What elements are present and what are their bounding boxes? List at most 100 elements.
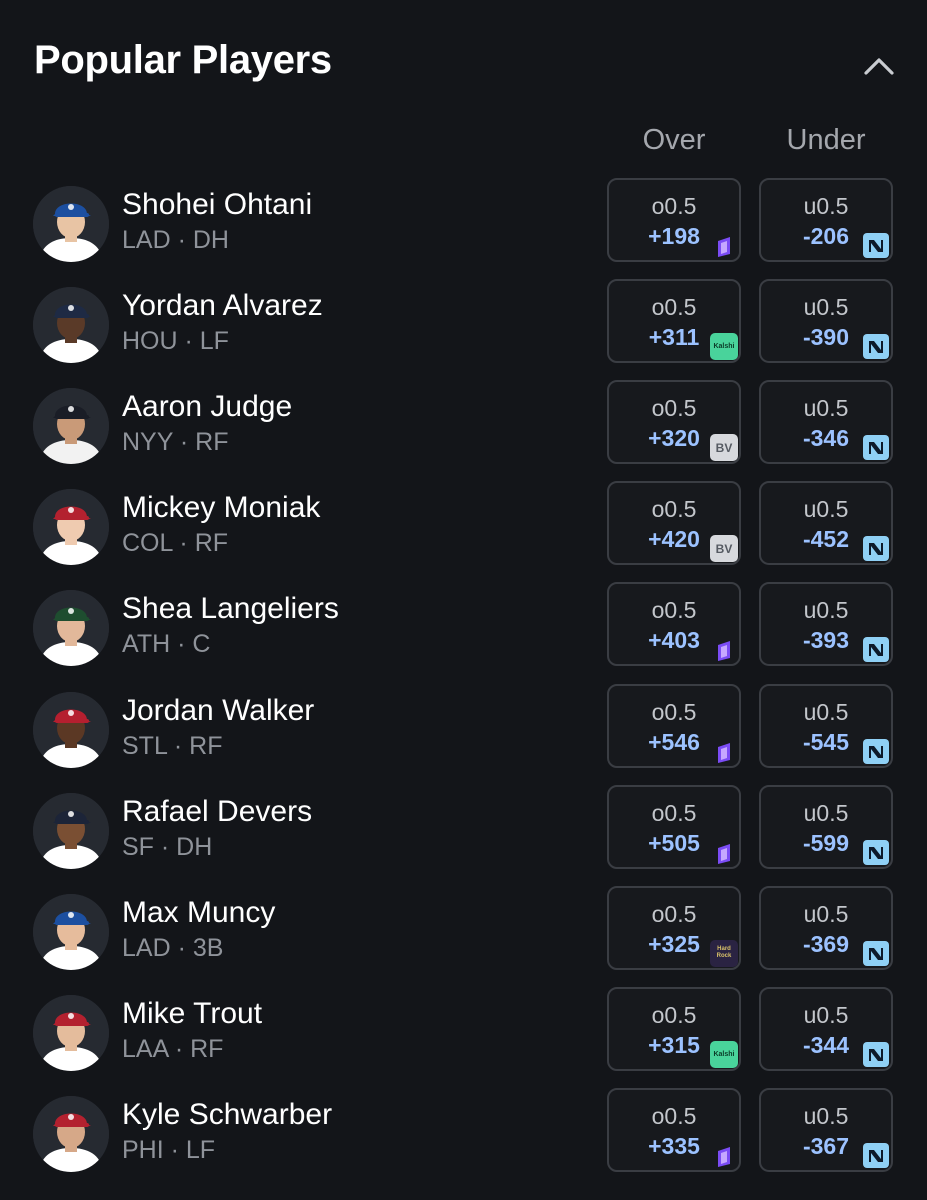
over-line: o0.5 — [651, 193, 697, 219]
player-row[interactable]: Mike Trout LAA · RF o0.5 +315 Kalshi u0.5 -344 — [0, 986, 927, 1092]
player-row[interactable]: Jordan Walker STL · RF o0.5 +546 u0.5 -545 — [0, 683, 927, 789]
player-avatar — [33, 489, 109, 566]
player-row[interactable]: Shohei Ohtani LAD · DH o0.5 +198 u0.5 -206 — [0, 178, 927, 283]
chevron-up-icon — [864, 58, 894, 75]
player-avatar — [33, 792, 109, 869]
under-line: u0.5 — [803, 1102, 849, 1129]
player-avatar — [33, 1095, 109, 1172]
under-odds-button[interactable]: u0.5 -545 — [759, 683, 893, 768]
under-line: u0.5 — [803, 395, 849, 422]
bv-logo-icon: BV — [710, 535, 738, 563]
player-row[interactable]: Rafael Devers SF · DH o0.5 +505 u0.5 -599 — [0, 784, 927, 890]
player-team-position: HOU · LF — [122, 327, 229, 356]
over-line: o0.5 — [651, 698, 697, 725]
over-line: o0.5 — [651, 799, 697, 826]
polymarket-logo-icon — [710, 1142, 738, 1169]
collapse-button[interactable] — [856, 44, 902, 88]
under-line: u0.5 — [803, 294, 849, 321]
under-line: u0.5 — [803, 597, 849, 624]
over-odds-button[interactable]: o0.5 +198 — [607, 178, 741, 262]
player-avatar — [33, 994, 109, 1071]
player-avatar — [33, 893, 109, 970]
over-odds-button[interactable]: o0.5 +325 Hard Rock — [607, 885, 741, 970]
over-odds-button[interactable]: o0.5 +403 — [607, 582, 741, 667]
novig-logo-icon — [862, 1142, 890, 1169]
polymarket-logo-icon — [710, 738, 738, 765]
player-team-position: ATH · C — [122, 630, 211, 659]
over-odds-button[interactable]: o0.5 +420 BV — [607, 481, 741, 566]
over-line: o0.5 — [651, 496, 697, 523]
under-odds-button[interactable]: u0.5 -346 — [759, 380, 893, 465]
novig-logo-icon — [862, 434, 890, 461]
player-avatar — [33, 691, 109, 768]
over-odds-button[interactable]: o0.5 +546 — [607, 683, 741, 768]
under-line: u0.5 — [803, 496, 849, 523]
over-odds-button[interactable]: o0.5 +335 — [607, 1087, 741, 1172]
over-line: o0.5 — [651, 1102, 697, 1129]
player-name[interactable]: Yordan Alvarez — [122, 289, 323, 323]
player-name[interactable]: Mike Trout — [122, 997, 262, 1031]
player-team-position: STL · RF — [122, 731, 223, 760]
player-row[interactable]: Max Muncy LAD · 3B o0.5 +325 Hard Rock u0.5 -3… — [0, 885, 927, 991]
under-line: u0.5 — [803, 900, 849, 927]
player-team-position: LAD · 3B — [122, 933, 224, 962]
under-line: u0.5 — [803, 698, 849, 725]
polymarket-logo-icon — [710, 636, 738, 663]
player-name[interactable]: Mickey Moniak — [122, 491, 320, 525]
player-row[interactable]: Aaron Judge NYY · RF o0.5 +320 BV u0.5 -346 — [0, 380, 927, 485]
player-team-position: LAD · DH — [122, 226, 229, 254]
bv-logo-icon: BV — [710, 434, 738, 462]
player-team-position: NYY · RF — [122, 428, 229, 457]
player-name[interactable]: Shohei Ohtani — [122, 188, 312, 222]
over-line: o0.5 — [651, 294, 697, 321]
section-title: Popular Players — [34, 38, 332, 82]
under-odds-button[interactable]: u0.5 -599 — [759, 784, 893, 869]
novig-logo-icon — [862, 839, 890, 866]
under-odds-button[interactable]: u0.5 -369 — [759, 885, 893, 970]
under-odds-button[interactable]: u0.5 -390 — [759, 279, 893, 364]
player-name[interactable]: Jordan Walker — [122, 694, 314, 728]
novig-logo-icon — [862, 232, 890, 259]
player-name[interactable]: Kyle Schwarber — [122, 1098, 332, 1132]
player-row[interactable]: Shea Langeliers ATH · C o0.5 +403 u0.5 -393 — [0, 582, 927, 687]
player-row[interactable]: Mickey Moniak COL · RF o0.5 +420 BV u0.5 -452 — [0, 481, 927, 586]
novig-logo-icon — [862, 636, 890, 663]
player-name[interactable]: Shea Langeliers — [122, 592, 339, 626]
under-odds-button[interactable]: u0.5 -393 — [759, 582, 893, 667]
player-avatar — [33, 388, 109, 465]
novig-logo-icon — [862, 535, 890, 562]
under-odds-button[interactable]: u0.5 -367 — [759, 1087, 893, 1172]
under-odds-button[interactable]: u0.5 -344 — [759, 986, 893, 1071]
section-header: Popular Players — [0, 0, 927, 120]
under-line: u0.5 — [803, 799, 849, 826]
player-avatar — [33, 590, 109, 667]
column-header-over: Over — [642, 124, 706, 156]
player-name[interactable]: Rafael Devers — [122, 795, 312, 829]
kalshi-logo-icon: Kalshi — [710, 1040, 738, 1068]
over-line: o0.5 — [651, 1001, 697, 1028]
under-odds-button[interactable]: u0.5 -206 — [759, 178, 893, 262]
polymarket-logo-icon — [710, 839, 738, 866]
under-line: u0.5 — [803, 193, 849, 219]
under-line: u0.5 — [803, 1001, 849, 1028]
over-odds-button[interactable]: o0.5 +320 BV — [607, 380, 741, 465]
over-odds-button[interactable]: o0.5 +505 — [607, 784, 741, 869]
player-name[interactable]: Aaron Judge — [122, 390, 292, 424]
player-name[interactable]: Max Muncy — [122, 896, 275, 930]
hardrock-logo-icon: Hard Rock — [710, 939, 738, 967]
under-odds-button[interactable]: u0.5 -452 — [759, 481, 893, 566]
novig-logo-icon — [862, 940, 890, 967]
polymarket-logo-icon — [710, 232, 738, 259]
player-avatar — [33, 186, 109, 262]
over-line: o0.5 — [651, 597, 697, 624]
novig-logo-icon — [862, 1041, 890, 1068]
player-team-position: LAA · RF — [122, 1034, 224, 1063]
player-row[interactable]: Yordan Alvarez HOU · LF o0.5 +311 Kalshi u0.5… — [0, 279, 927, 384]
over-odds-button[interactable]: o0.5 +315 Kalshi — [607, 986, 741, 1071]
player-row[interactable]: Kyle Schwarber PHI · LF o0.5 +335 u0.5 -367 — [0, 1087, 927, 1193]
player-team-position: PHI · LF — [122, 1135, 216, 1164]
over-line: o0.5 — [651, 900, 697, 927]
over-odds-button[interactable]: o0.5 +311 Kalshi — [607, 279, 741, 364]
novig-logo-icon — [862, 333, 890, 360]
column-header-under: Under — [786, 124, 866, 156]
